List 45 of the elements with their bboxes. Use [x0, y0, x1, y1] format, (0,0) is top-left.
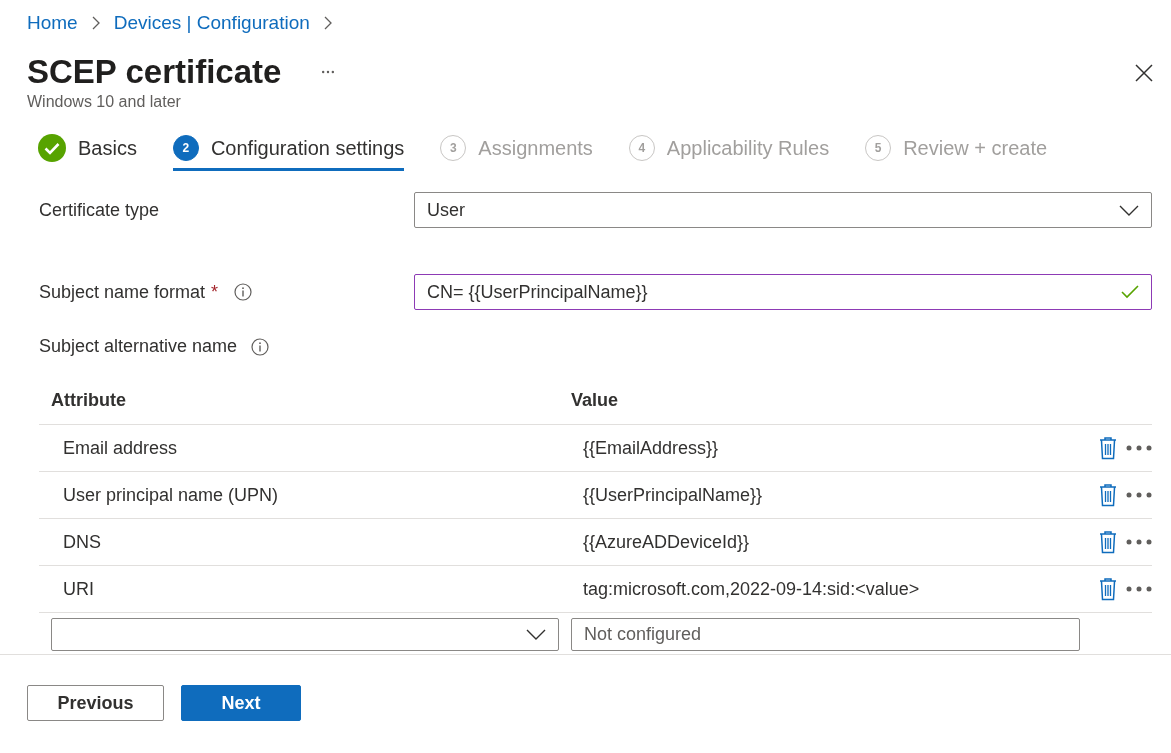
- chevron-down-icon: [526, 629, 546, 640]
- more-options-icon[interactable]: [1126, 586, 1152, 592]
- info-icon[interactable]: [234, 283, 253, 301]
- table-cell-text: {{EmailAddress}}: [583, 437, 720, 459]
- more-options-icon[interactable]: [1126, 445, 1152, 451]
- checkmark-icon: [1121, 285, 1139, 299]
- certificate-type-dropdown[interactable]: User: [414, 192, 1152, 228]
- required-asterisk: *: [211, 281, 219, 303]
- field-label: Certificate type: [39, 199, 160, 221]
- info-icon[interactable]: [251, 337, 270, 356]
- breadcrumb-link[interactable]: Devices | Configuration: [113, 12, 310, 34]
- page-title: SCEP certificate: [27, 52, 282, 92]
- step-label: Basics: [78, 136, 137, 160]
- step-label: Assignments: [478, 136, 593, 160]
- table-cell-text: {{AzureADDeviceId}}: [583, 531, 751, 553]
- wizard-step-tab[interactable]: Basics: [38, 128, 137, 171]
- next-button[interactable]: Next: [181, 685, 301, 721]
- table-cell-text: {{UserPrincipalName}}: [583, 484, 764, 506]
- field-label: Subject alternative name: [39, 336, 238, 357]
- wizard-step-tab[interactable]: 2 Configuration settings: [172, 128, 405, 171]
- more-options-icon[interactable]: [322, 69, 335, 75]
- attribute-dropdown[interactable]: [51, 618, 559, 651]
- more-options-icon[interactable]: [1126, 492, 1152, 498]
- column-header: Value: [571, 390, 620, 411]
- step-label: Configuration settings: [210, 136, 405, 160]
- step-label: Applicability Rules: [666, 136, 830, 160]
- trash-icon[interactable]: [1098, 530, 1118, 554]
- close-icon[interactable]: [1135, 64, 1153, 82]
- page-subtitle: Windows 10 and later: [27, 93, 182, 111]
- step-label: Review + create: [903, 136, 1048, 160]
- step-number: 2: [172, 135, 199, 161]
- subject-name-input[interactable]: CN= {{UserPrincipalName}}: [414, 274, 1152, 310]
- value-input[interactable]: Not configured: [571, 618, 1080, 651]
- chevron-right-icon: [91, 16, 100, 30]
- previous-button[interactable]: Previous: [27, 685, 164, 721]
- trash-icon[interactable]: [1098, 483, 1118, 507]
- chevron-right-icon: [323, 16, 332, 30]
- trash-icon[interactable]: [1098, 577, 1118, 601]
- checkmark-circle-icon: [38, 134, 66, 162]
- field-label: Subject name format: [39, 281, 206, 303]
- table-cell-text: tag:microsoft.com,2022-09-14:sid:<value>: [583, 578, 921, 600]
- more-options-icon[interactable]: [1126, 539, 1152, 545]
- breadcrumb-link[interactable]: Home: [27, 12, 78, 34]
- chevron-down-icon: [1119, 204, 1139, 216]
- trash-icon[interactable]: [1098, 436, 1118, 460]
